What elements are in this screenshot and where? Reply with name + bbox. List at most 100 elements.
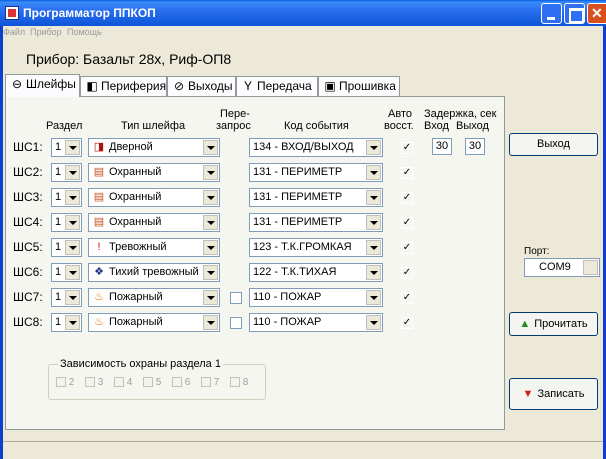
chevron-down-icon[interactable] bbox=[65, 190, 80, 205]
auto-restore-checkbox[interactable]: ✓ bbox=[401, 217, 413, 229]
loop-label: ШС2: bbox=[13, 165, 43, 179]
chevron-down-icon[interactable] bbox=[366, 315, 381, 330]
auto-restore-checkbox[interactable]: ✓ bbox=[401, 167, 413, 179]
delay-out-field[interactable]: 30 bbox=[465, 138, 485, 155]
event-code-select[interactable]: 131 - ПЕРИМЕТР bbox=[249, 188, 383, 207]
minimize-button[interactable] bbox=[541, 3, 562, 24]
menu-file[interactable]: Файл bbox=[3, 27, 25, 37]
close-button[interactable] bbox=[587, 3, 606, 24]
chevron-down-icon[interactable] bbox=[366, 165, 381, 180]
chevron-down-icon[interactable] bbox=[583, 260, 598, 275]
chevron-down-icon[interactable] bbox=[203, 215, 218, 230]
write-button[interactable]: ▼ Записать bbox=[509, 378, 598, 410]
header-auto-1: Авто bbox=[388, 108, 412, 120]
loop-type-select[interactable]: ❖ Тихий тревожный bbox=[88, 263, 220, 282]
section-select[interactable]: 1 bbox=[51, 313, 82, 332]
event-code-select[interactable]: 134 - ВХОД/ВЫХОД bbox=[249, 138, 383, 157]
chevron-down-icon[interactable] bbox=[203, 265, 218, 280]
delay-in-field[interactable]: 30 bbox=[432, 138, 452, 155]
chevron-down-icon[interactable] bbox=[366, 140, 381, 155]
loop-type-select[interactable]: ♨ Пожарный bbox=[88, 288, 220, 307]
event-code-select[interactable]: 123 - Т.К.ГРОМКАЯ bbox=[249, 238, 383, 257]
section-select[interactable]: 1 bbox=[51, 188, 82, 207]
section-select[interactable]: 1 bbox=[51, 238, 82, 257]
chevron-down-icon[interactable] bbox=[366, 265, 381, 280]
loop-label: ШС4: bbox=[13, 215, 43, 229]
auto-restore-checkbox[interactable]: ✓ bbox=[401, 192, 413, 204]
loop-icon: ⊖ bbox=[11, 77, 23, 91]
loop-type-select[interactable]: ▤ Охранный bbox=[88, 163, 220, 182]
chevron-down-icon[interactable] bbox=[65, 265, 80, 280]
tab-periphery[interactable]: ◧ Периферия bbox=[80, 76, 167, 96]
section-value: 1 bbox=[55, 241, 62, 253]
event-code-select[interactable]: 110 - ПОЖАР bbox=[249, 313, 383, 332]
menu-device[interactable]: Прибор bbox=[30, 27, 62, 37]
tab-transfer[interactable]: Y Передача bbox=[236, 76, 318, 96]
tab-outputs[interactable]: ⊘ Выходы bbox=[167, 76, 236, 96]
chevron-down-icon[interactable] bbox=[366, 190, 381, 205]
section-select[interactable]: 1 bbox=[51, 138, 82, 157]
loop-label: ШС1: bbox=[13, 140, 43, 154]
loop-type-select[interactable]: ! Тревожный bbox=[88, 238, 220, 257]
menu-help[interactable]: Помощь bbox=[67, 27, 102, 37]
section-select[interactable]: 1 bbox=[51, 263, 82, 282]
chevron-down-icon[interactable] bbox=[203, 140, 218, 155]
chevron-down-icon[interactable] bbox=[65, 215, 80, 230]
event-code-value: 123 - Т.К.ГРОМКАЯ bbox=[253, 241, 352, 253]
event-code-select[interactable]: 122 - Т.К.ТИХАЯ bbox=[249, 263, 383, 282]
auto-restore-checkbox[interactable]: ✓ bbox=[401, 267, 413, 279]
chevron-down-icon[interactable] bbox=[203, 290, 218, 305]
dependency-checkbox: 5 bbox=[143, 377, 161, 388]
speaker-icon: ◧ bbox=[86, 79, 98, 93]
maximize-button[interactable] bbox=[564, 3, 585, 24]
section-value: 1 bbox=[55, 316, 62, 328]
tab-firmware[interactable]: ▣ Прошивка bbox=[318, 76, 400, 96]
read-button[interactable]: ▲ Прочитать bbox=[509, 312, 598, 336]
section-value: 1 bbox=[55, 291, 62, 303]
chevron-down-icon[interactable] bbox=[65, 290, 80, 305]
section-select[interactable]: 1 bbox=[51, 213, 82, 232]
requery-checkbox[interactable] bbox=[230, 317, 242, 329]
requery-checkbox[interactable] bbox=[230, 292, 242, 304]
dependency-checkbox: 8 bbox=[230, 377, 248, 388]
loop-type-select[interactable]: ◨ Дверной bbox=[88, 138, 220, 157]
tab-loops[interactable]: ⊖ Шлейфы bbox=[5, 74, 80, 97]
tab-label: Выходы bbox=[188, 79, 233, 93]
loop-label: ШС8: bbox=[13, 315, 43, 329]
exit-button[interactable]: Выход bbox=[509, 133, 598, 156]
dependency-checkbox: 7 bbox=[201, 377, 219, 388]
event-code-select[interactable]: 131 - ПЕРИМЕТР bbox=[249, 213, 383, 232]
port-label: Порт: bbox=[524, 246, 550, 257]
chevron-down-icon[interactable] bbox=[366, 215, 381, 230]
auto-restore-checkbox[interactable]: ✓ bbox=[401, 317, 413, 329]
header-requery-2: запрос bbox=[216, 120, 251, 132]
loop-type-value: Охранный bbox=[109, 166, 162, 178]
chevron-down-icon[interactable] bbox=[65, 165, 80, 180]
chevron-down-icon[interactable] bbox=[203, 240, 218, 255]
exclamation-icon: ! bbox=[97, 241, 101, 253]
auto-restore-checkbox[interactable]: ✓ bbox=[401, 142, 413, 154]
loop-type-value: Тревожный bbox=[109, 241, 167, 253]
chevron-down-icon[interactable] bbox=[65, 315, 80, 330]
chevron-down-icon[interactable] bbox=[366, 290, 381, 305]
app-icon bbox=[5, 6, 19, 20]
auto-restore-checkbox[interactable]: ✓ bbox=[401, 242, 413, 254]
chevron-down-icon[interactable] bbox=[203, 315, 218, 330]
chevron-down-icon[interactable] bbox=[65, 240, 80, 255]
header-delay-in: Вход bbox=[424, 120, 449, 132]
chevron-down-icon[interactable] bbox=[203, 190, 218, 205]
chevron-down-icon[interactable] bbox=[65, 140, 80, 155]
loop-type-select[interactable]: ▤ Охранный bbox=[88, 213, 220, 232]
port-select[interactable]: COM9 bbox=[524, 258, 600, 277]
section-select[interactable]: 1 bbox=[51, 163, 82, 182]
event-code-select[interactable]: 131 - ПЕРИМЕТР bbox=[249, 163, 383, 182]
auto-restore-checkbox[interactable]: ✓ bbox=[401, 292, 413, 304]
chevron-down-icon[interactable] bbox=[203, 165, 218, 180]
loop-label: ШС5: bbox=[13, 240, 43, 254]
event-code-select[interactable]: 110 - ПОЖАР bbox=[249, 288, 383, 307]
disabled-checkbox-box bbox=[172, 377, 182, 388]
section-select[interactable]: 1 bbox=[51, 288, 82, 307]
chevron-down-icon[interactable] bbox=[366, 240, 381, 255]
loop-type-select[interactable]: ▤ Охранный bbox=[88, 188, 220, 207]
loop-type-select[interactable]: ♨ Пожарный bbox=[88, 313, 220, 332]
